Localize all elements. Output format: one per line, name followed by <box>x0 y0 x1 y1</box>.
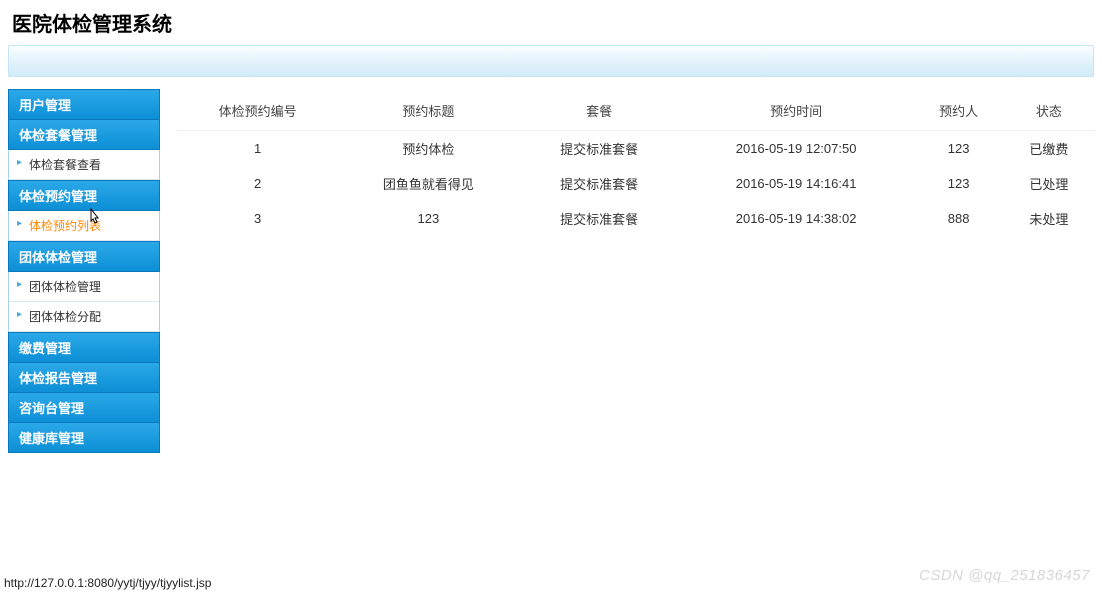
sidebar-group-appointment[interactable]: 体检预约管理 <box>8 180 160 211</box>
sidebar-group-label: 体检报告管理 <box>19 371 97 386</box>
cell-id: 2 <box>178 166 337 201</box>
sidebar-nav: 用户管理 体检套餐管理 体检套餐查看 体检预约管理 体检预约列表 团体体检管理 … <box>8 89 160 453</box>
cell-time: 2016-05-19 14:38:02 <box>679 201 914 236</box>
sidebar-item-label: 团体体检分配 <box>29 310 101 324</box>
sidebar-group-label: 体检套餐管理 <box>19 128 97 143</box>
sidebar-group-package[interactable]: 体检套餐管理 <box>8 120 160 150</box>
cell-title: 123 <box>337 201 519 236</box>
cell-time: 2016-05-19 12:07:50 <box>679 131 914 167</box>
col-status: 状态 <box>1004 93 1094 131</box>
sidebar-group-health-lib[interactable]: 健康库管理 <box>8 423 160 453</box>
cell-package: 提交标准套餐 <box>519 166 678 201</box>
cell-status: 未处理 <box>1004 201 1094 236</box>
banner-strip <box>8 45 1094 77</box>
sidebar-group-label: 健康库管理 <box>19 431 84 446</box>
sidebar-item-group-exam-manage[interactable]: 团体体检管理 <box>9 272 159 302</box>
col-user: 预约人 <box>913 93 1003 131</box>
cell-status: 已处理 <box>1004 166 1094 201</box>
page-header: 医院体检管理系统 <box>0 0 1102 41</box>
cell-status: 已缴费 <box>1004 131 1094 167</box>
cell-id: 3 <box>178 201 337 236</box>
main-content: 用户管理 体检套餐管理 体检套餐查看 体检预约管理 体检预约列表 团体体检管理 … <box>0 77 1102 453</box>
col-title: 预约标题 <box>337 93 519 131</box>
sidebar-group-label: 团体体检管理 <box>19 250 97 265</box>
cell-user: 123 <box>913 166 1003 201</box>
sidebar-item-label: 体检预约列表 <box>29 219 101 233</box>
watermark-text: CSDN @qq_251836457 <box>919 567 1090 584</box>
sidebar-group-consult[interactable]: 咨询台管理 <box>8 393 160 423</box>
sidebar-item-appointment-list[interactable]: 体检预约列表 <box>9 211 159 241</box>
sidebar-group-label: 用户管理 <box>19 98 71 113</box>
table-row[interactable]: 2 团鱼鱼就看得见 提交标准套餐 2016-05-19 14:16:41 123… <box>178 166 1094 201</box>
sidebar-group-package-items: 体检套餐查看 <box>8 150 160 180</box>
col-package: 套餐 <box>519 93 678 131</box>
cell-title: 团鱼鱼就看得见 <box>337 166 519 201</box>
sidebar-group-group-exam-items: 团体体检管理 团体体检分配 <box>8 272 160 332</box>
cell-user: 123 <box>913 131 1003 167</box>
content-area: 体检预约编号 预约标题 套餐 预约时间 预约人 状态 1 预约体检 提交标准套餐… <box>178 89 1094 453</box>
sidebar-item-package-view[interactable]: 体检套餐查看 <box>9 150 159 180</box>
sidebar-group-report[interactable]: 体检报告管理 <box>8 363 160 393</box>
cell-package: 提交标准套餐 <box>519 201 678 236</box>
table-row[interactable]: 3 123 提交标准套餐 2016-05-19 14:38:02 888 未处理 <box>178 201 1094 236</box>
cell-time: 2016-05-19 14:16:41 <box>679 166 914 201</box>
sidebar-item-label: 体检套餐查看 <box>29 158 101 172</box>
table-header-row: 体检预约编号 预约标题 套餐 预约时间 预约人 状态 <box>178 93 1094 131</box>
status-bar-url: http://127.0.0.1:8080/yytj/tjyy/tjyylist… <box>4 576 211 590</box>
sidebar-group-user[interactable]: 用户管理 <box>8 89 160 120</box>
cell-user: 888 <box>913 201 1003 236</box>
sidebar-group-label: 缴费管理 <box>19 341 71 356</box>
sidebar-group-label: 体检预约管理 <box>19 189 97 204</box>
sidebar-group-group-exam[interactable]: 团体体检管理 <box>8 241 160 272</box>
page-title: 医院体检管理系统 <box>12 8 1090 37</box>
cell-package: 提交标准套餐 <box>519 131 678 167</box>
col-time: 预约时间 <box>679 93 914 131</box>
sidebar-item-label: 团体体检管理 <box>29 280 101 294</box>
appointment-table: 体检预约编号 预约标题 套餐 预约时间 预约人 状态 1 预约体检 提交标准套餐… <box>178 93 1094 236</box>
col-id: 体检预约编号 <box>178 93 337 131</box>
sidebar-group-payment[interactable]: 缴费管理 <box>8 332 160 363</box>
table-row[interactable]: 1 预约体检 提交标准套餐 2016-05-19 12:07:50 123 已缴… <box>178 131 1094 167</box>
cell-id: 1 <box>178 131 337 167</box>
cell-title: 预约体检 <box>337 131 519 167</box>
sidebar-group-appointment-items: 体检预约列表 <box>8 211 160 241</box>
sidebar-item-group-exam-assign[interactable]: 团体体检分配 <box>9 302 159 332</box>
sidebar-group-label: 咨询台管理 <box>19 401 84 416</box>
